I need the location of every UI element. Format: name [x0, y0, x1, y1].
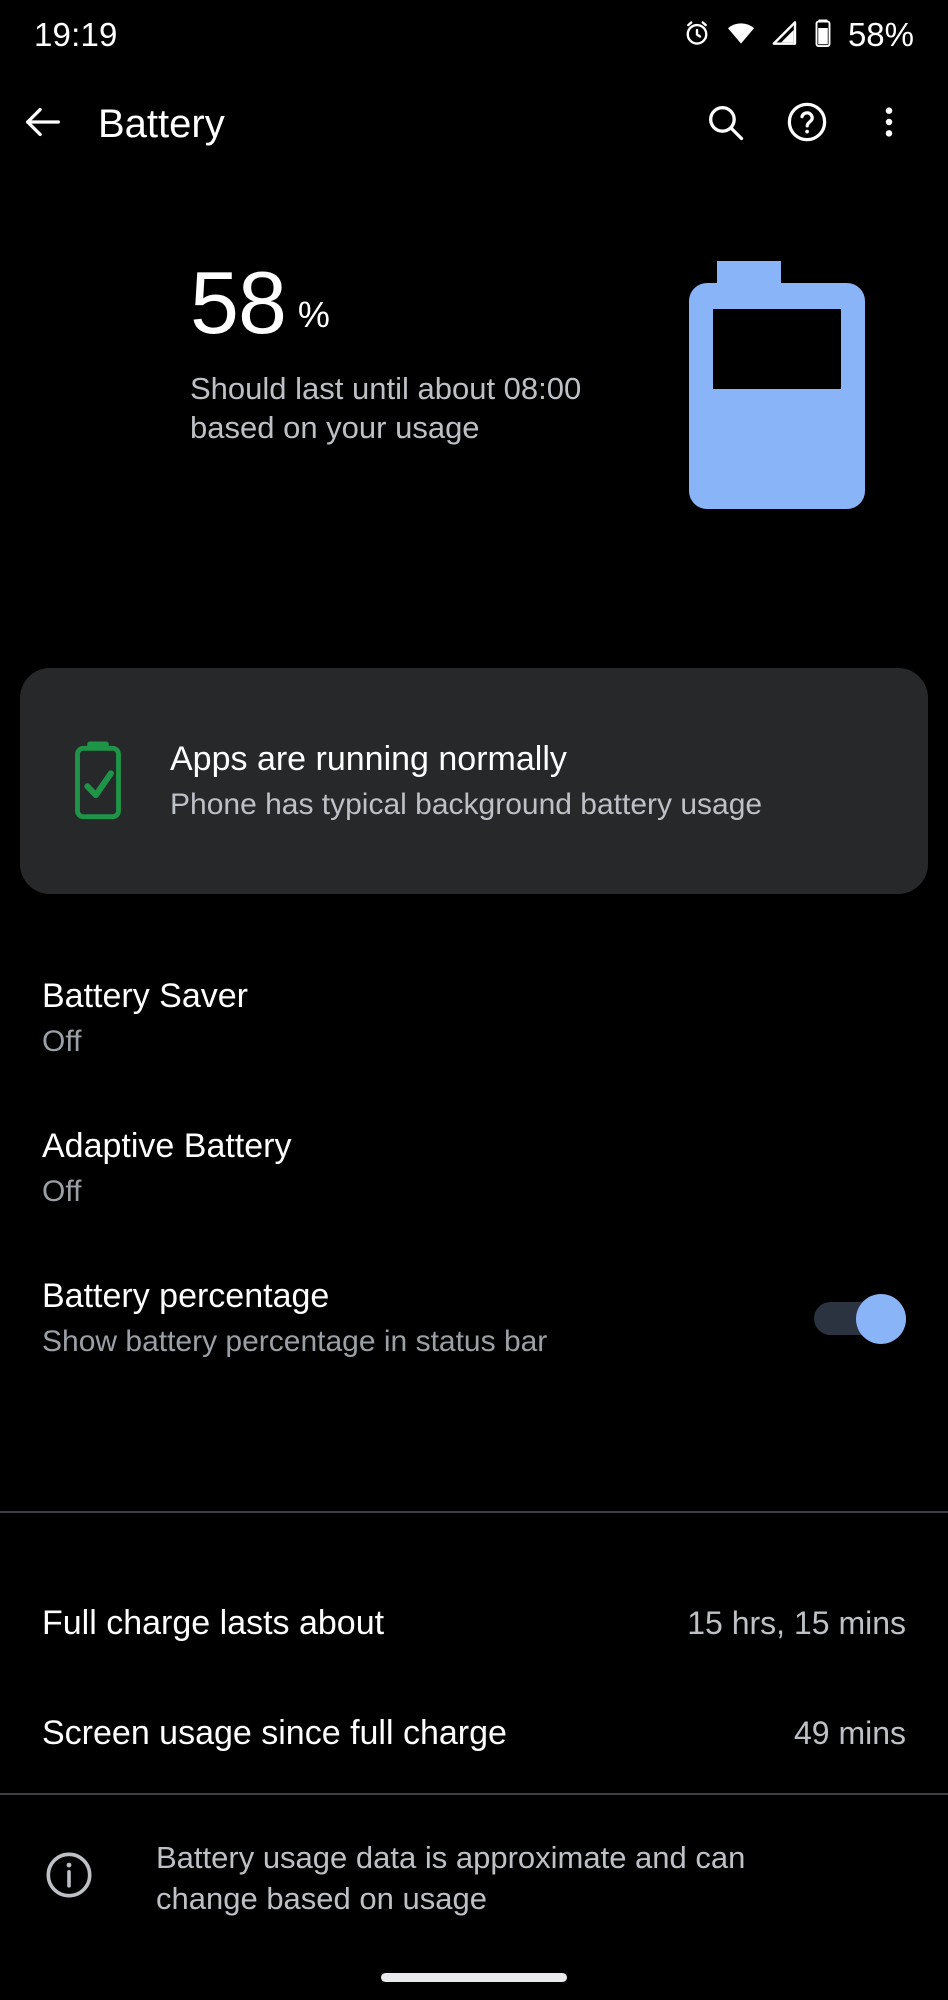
preference-battery-saver[interactable]: Battery Saver Off: [0, 962, 948, 1074]
footnote-text: Battery usage data is approximate and ca…: [156, 1840, 746, 1916]
battery-settings-screen: 19:19 58% Battery 58 % Should last until…: [0, 0, 948, 2000]
preference-title: Battery percentage: [42, 1277, 330, 1316]
home-gesture-pill[interactable]: [381, 1973, 567, 1982]
app-bar: Battery: [0, 78, 948, 170]
cellular-signal-icon: [770, 18, 800, 53]
battery-percent-unit: %: [297, 293, 330, 335]
battery-percent-value: 58: [190, 253, 287, 352]
page-title: Battery: [98, 101, 225, 146]
battery-check-icon: [50, 740, 146, 822]
search-button[interactable]: [698, 97, 752, 151]
battery-header: 58 % Should last until about 08:00 based…: [0, 236, 948, 536]
battery-estimate-text: Should last until about 08:00 based on y…: [190, 370, 582, 446]
stat-value: 49 mins: [793, 1714, 906, 1751]
preference-battery-percentage[interactable]: Battery percentage Show battery percenta…: [0, 1262, 948, 1374]
search-icon: [703, 100, 747, 149]
wifi-icon: [725, 18, 757, 53]
overflow-menu-button[interactable]: [862, 97, 916, 151]
battery-status-title: Apps are running normally: [170, 740, 567, 779]
section-divider: [0, 1511, 948, 1513]
stat-screen-usage: Screen usage since full charge 49 mins: [0, 1678, 948, 1788]
status-bar-icons: 58%: [682, 16, 914, 54]
preference-summary: Show battery percentage in status bar: [42, 1324, 548, 1358]
back-button[interactable]: [0, 99, 86, 150]
battery-percentage-toggle[interactable]: [814, 1291, 906, 1345]
battery-usage-footnote: Battery usage data is approximate and ca…: [0, 1838, 948, 1920]
alarm-icon: [682, 18, 712, 53]
battery-header-text: 58 % Should last until about 08:00 based…: [190, 253, 660, 448]
app-bar-actions: [698, 97, 948, 151]
help-button[interactable]: [780, 97, 834, 151]
preference-summary: Off: [42, 1174, 82, 1208]
preference-title: Adaptive Battery: [42, 1127, 292, 1166]
stat-value: 15 hrs, 15 mins: [687, 1604, 906, 1641]
battery-status-card-text: Apps are running normally Phone has typi…: [146, 738, 898, 824]
preference-adaptive-battery[interactable]: Adaptive Battery Off: [0, 1112, 948, 1224]
battery-status-subtitle: Phone has typical background battery usa…: [170, 787, 763, 821]
toggle-thumb: [856, 1294, 906, 1344]
status-bar-clock: 19:19: [34, 16, 118, 53]
footer-divider: [0, 1793, 948, 1795]
status-bar: 19:19 58%: [0, 0, 948, 70]
info-circle-icon: [42, 1838, 138, 1902]
battery-status-card[interactable]: Apps are running normally Phone has typi…: [20, 668, 928, 894]
help-circle-icon: [784, 99, 830, 150]
battery-level-graphic: [689, 251, 865, 509]
status-bar-battery-percent: 58%: [847, 16, 914, 53]
stat-label: Screen usage since full charge: [42, 1713, 507, 1752]
battery-icon: [813, 18, 833, 53]
more-vertical-icon: [869, 102, 909, 147]
preference-title: Battery Saver: [42, 977, 248, 1016]
stat-full-charge-lasts: Full charge lasts about 15 hrs, 15 mins: [0, 1568, 948, 1678]
stat-label: Full charge lasts about: [42, 1603, 385, 1642]
back-arrow-icon: [20, 99, 66, 150]
preference-summary: Off: [42, 1024, 82, 1058]
battery-level-readout: 58 %: [190, 253, 660, 352]
